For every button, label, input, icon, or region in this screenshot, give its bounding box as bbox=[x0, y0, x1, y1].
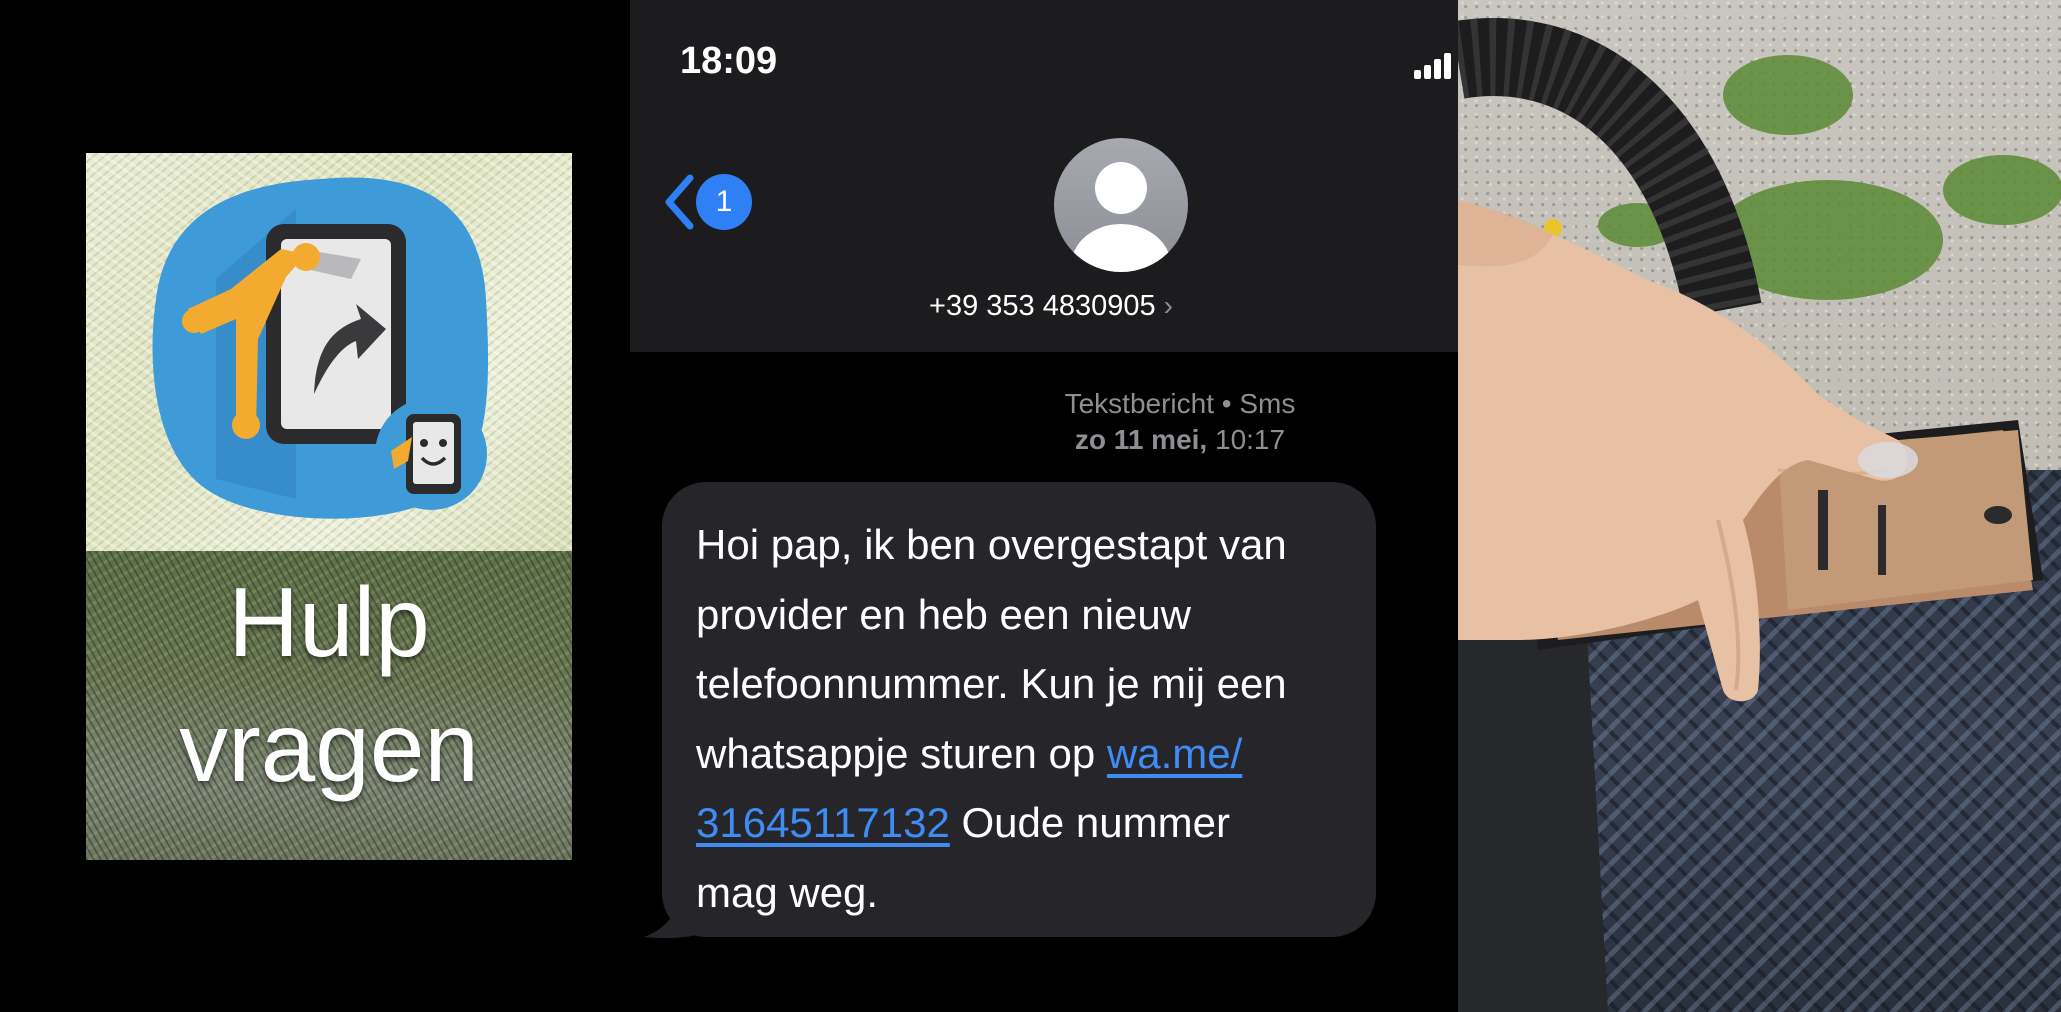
chevron-left-icon[interactable] bbox=[662, 172, 696, 232]
unread-count-badge[interactable]: 1 bbox=[696, 174, 752, 230]
message-metadata: Tekstbericht • Sms zo 11 mei, 10:17 bbox=[950, 386, 1410, 458]
message-line-text: whatsappje sturen op bbox=[696, 729, 1107, 777]
contact-number: +39 353 4830905 bbox=[929, 290, 1156, 322]
message-line: Hoi pap, ik ben overgestapt van bbox=[696, 521, 1287, 568]
whatsapp-link-part-2[interactable]: 31645117132 bbox=[696, 799, 950, 846]
status-bar-time: 18:09 bbox=[680, 40, 778, 82]
app-label-line-1: Hulp bbox=[228, 567, 430, 677]
message-line: mag weg. bbox=[696, 868, 879, 916]
message-time: 10:17 bbox=[1215, 424, 1286, 455]
message-line-text: Oude nummer bbox=[949, 799, 1230, 846]
help-request-app-icon[interactable] bbox=[146, 169, 496, 519]
person-silhouette-icon bbox=[1071, 162, 1171, 272]
conversation-header: 18:09 1 +39 353 4830905 › bbox=[630, 0, 1458, 352]
hand-holding-phone-photo bbox=[1458, 0, 2061, 1012]
incoming-message-bubble[interactable]: Hoi pap, ik ben overgestapt van provider… bbox=[662, 482, 1376, 937]
left-panel: Hulp vragen bbox=[0, 0, 630, 1012]
app-label-line-2: vragen bbox=[179, 692, 479, 802]
photo-scene bbox=[1458, 18, 2061, 1012]
message-line: telefoonnummer. Kun je mij een bbox=[696, 660, 1287, 707]
app-shortcut-tile[interactable]: Hulp vragen bbox=[86, 153, 572, 860]
contact-number-button[interactable]: +39 353 4830905 › bbox=[630, 290, 1458, 323]
contact-avatar[interactable] bbox=[1054, 138, 1188, 272]
whatsapp-link-part-1[interactable]: wa.me/ bbox=[1107, 730, 1242, 777]
message-line: 31645117132 Oude nummer bbox=[696, 788, 1366, 858]
message-date: zo 11 mei, bbox=[1074, 424, 1208, 455]
messages-screen: 18:09 1 +39 353 4830905 › Tekstbericht • … bbox=[630, 0, 1458, 1012]
message-text: Hoi pap, ik ben overgestapt van provider… bbox=[696, 510, 1366, 927]
chevron-right-icon: › bbox=[1163, 290, 1173, 321]
message-line: whatsappje sturen op wa.me/ bbox=[696, 719, 1366, 789]
message-type: Tekstbericht • Sms bbox=[1064, 388, 1296, 419]
cellular-signal-icon bbox=[1414, 53, 1451, 79]
message-line: provider en heb een nieuw bbox=[696, 590, 1192, 638]
